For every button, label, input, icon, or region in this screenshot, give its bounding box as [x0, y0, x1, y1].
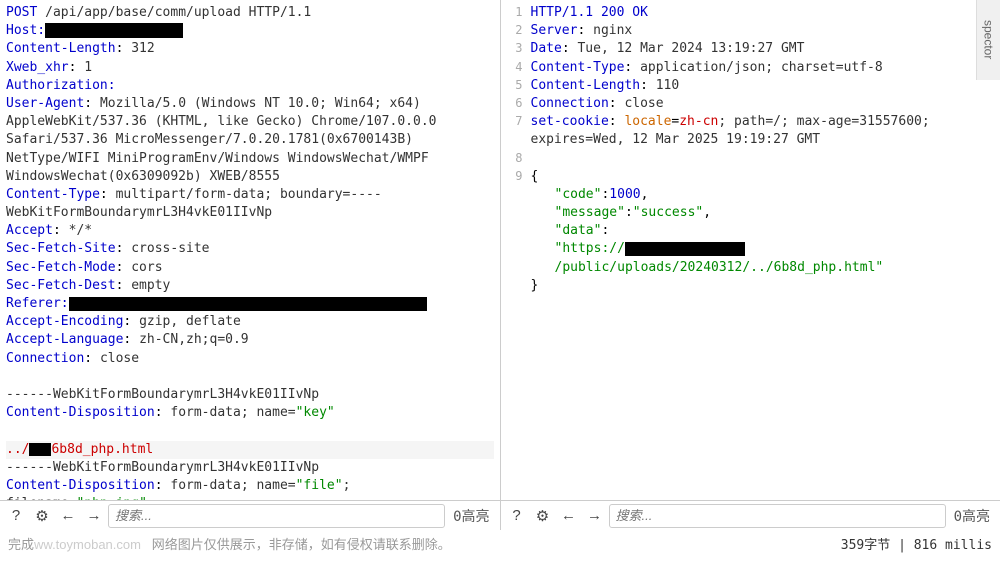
http-path: /api/app/base/comm/upload HTTP/1.1: [45, 5, 311, 20]
gear-icon[interactable]: ⚙: [531, 504, 555, 528]
status-text: 完成: [8, 537, 34, 552]
search-input-left[interactable]: [108, 504, 445, 528]
gear-icon[interactable]: ⚙: [30, 504, 54, 528]
inspector-tab[interactable]: spector: [976, 0, 1000, 80]
next-icon[interactable]: →: [583, 504, 607, 528]
footer-stats: 359字节 | 816 millis: [841, 534, 992, 553]
highlight-count-left: 0高亮: [453, 506, 489, 526]
request-search-bar: ? ⚙ ← → 0高亮: [0, 500, 501, 530]
next-icon[interactable]: →: [82, 504, 106, 528]
http-method: POST: [6, 5, 37, 20]
help-icon[interactable]: ?: [505, 504, 529, 528]
request-code[interactable]: POST /api/app/base/comm/upload HTTP/1.1 …: [0, 0, 500, 500]
response-panel: 1HTTP/1.1 200 OK 2Server: nginx 3Date: T…: [501, 0, 1000, 500]
redacted-host: [45, 23, 183, 38]
redacted-referer: [69, 297, 427, 311]
footer: 完成ww.toymoban.com 网络图片仅供展示，非存储，如有侵权请联系删除…: [0, 530, 1000, 557]
redacted-payload: [29, 443, 51, 456]
footer-note: 网络图片仅供展示，非存储，如有侵权请联系删除。: [152, 537, 451, 552]
response-code[interactable]: 1HTTP/1.1 200 OK 2Server: nginx 3Date: T…: [501, 0, 1000, 299]
highlight-count-right: 0高亮: [954, 506, 990, 526]
help-icon[interactable]: ?: [4, 504, 28, 528]
response-search-bar: ? ⚙ ← → 0高亮: [501, 500, 1000, 530]
watermark: ww.toymoban.com: [34, 537, 141, 552]
request-panel: POST /api/app/base/comm/upload HTTP/1.1 …: [0, 0, 501, 500]
prev-icon[interactable]: ←: [56, 504, 80, 528]
redacted-url: [625, 242, 745, 256]
search-input-right[interactable]: [609, 504, 946, 528]
prev-icon[interactable]: ←: [557, 504, 581, 528]
